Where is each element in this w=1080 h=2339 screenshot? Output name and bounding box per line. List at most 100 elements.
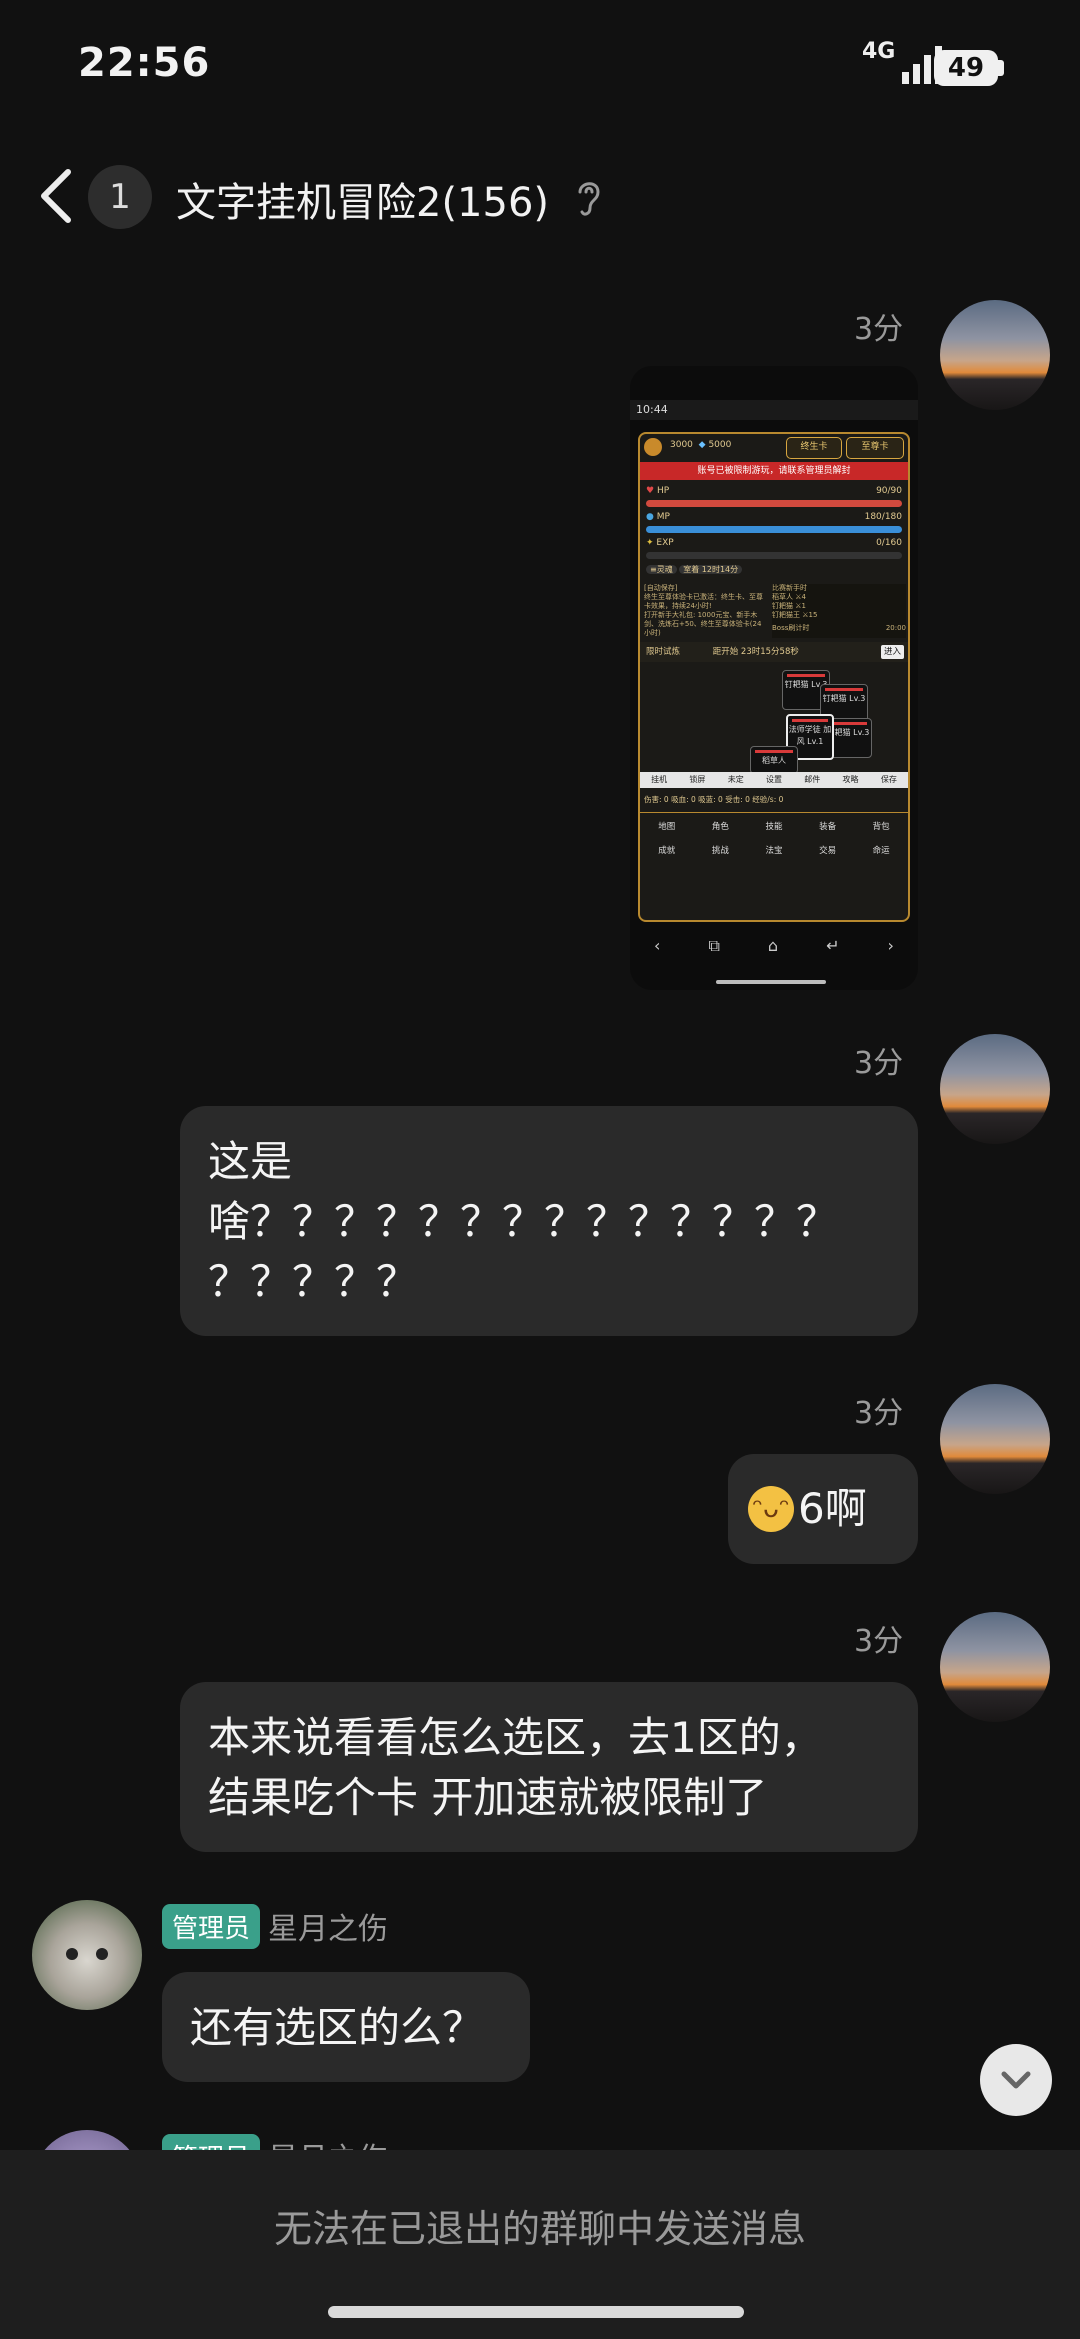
chevron-down-icon [1001, 2071, 1031, 2089]
action-lock: 锁屏 [689, 775, 706, 784]
nav-achievements: 成就 [658, 846, 676, 856]
action-mail: 邮件 [804, 775, 821, 784]
enemy-card: 稻草人 [750, 746, 798, 774]
hp-value: 90/90 [876, 486, 902, 496]
my-avatar[interactable] [940, 1612, 1050, 1722]
shot-recents-icon: ⧉ [708, 936, 720, 955]
sender-nickname[interactable]: 星月之伤 [268, 1904, 388, 1948]
ear-icon[interactable] [574, 176, 604, 220]
nav-skills: 技能 [765, 822, 783, 832]
action-bar: 挂机 锁屏 未定 设置 邮件 攻略 保存 [640, 772, 908, 788]
nav-row-1: 地图 角色 技能 装备 背包 [640, 820, 908, 832]
exp-row: ✦ EXP 0/160 [646, 538, 902, 548]
action-idle: 挂机 [651, 775, 668, 784]
cat-eye [66, 1948, 78, 1960]
message-time: 3分 [854, 1396, 904, 1431]
nav-equipment: 装备 [819, 822, 837, 832]
enemy-panel-title: 比赛新手时 [772, 584, 807, 592]
shot-forward-icon: › [887, 936, 894, 955]
message-bubble[interactable]: ᵔᴗᵔ 6啊 [728, 1454, 918, 1564]
tag-row: ≡灵魂 室着 12时14分 [646, 564, 902, 575]
grin-emoji-icon: ᵔᴗᵔ [748, 1486, 794, 1532]
mp-label: MP [656, 512, 670, 522]
combat-stats: 伤害: 0 吸血: 0 吸蓝: 0 受击: 0 经验/s: 0 [644, 795, 784, 804]
nav-map: 地图 [658, 822, 676, 832]
hp-label: HP [656, 486, 670, 496]
shot-nav-bar: ‹ ⧉ ⌂ ↵ › [630, 936, 918, 956]
log-line: 终生至尊体验卡已激活：终生卡、至尊卡效果，持续24小时! [644, 593, 763, 610]
my-avatar[interactable] [940, 300, 1050, 410]
hp-row: ♥ HP 90/90 [646, 486, 902, 496]
nav-row-2: 成就 挑战 法宝 交易 命运 [640, 844, 908, 856]
enemy-panel: 比赛新手时 稻草人 ⚔4 钉耙猫 ⚔1 钉耙猫王 ⚔15 Boss刷计时 20:0… [772, 584, 906, 638]
trial-label: 限时试炼 [646, 647, 681, 657]
action-undecided: 未定 [727, 775, 744, 784]
mp-value: 180/180 [864, 512, 902, 522]
exp-label: EXP [656, 538, 674, 548]
message-bubble[interactable]: 本来说看看怎么选区，去1区的， 结果吃个卡 开加速就被限制了 [180, 1682, 918, 1852]
network-type: 4G [862, 39, 896, 64]
message-text-line: 结果吃个卡 开加速就被限制了 [208, 1773, 768, 1822]
diamond-value: 5000 [708, 440, 732, 450]
shot-status-bar: 10:44 [630, 400, 918, 420]
message-time: 3分 [854, 1624, 904, 1659]
action-save: 保存 [880, 775, 897, 784]
message-text-line: 这是 [208, 1137, 293, 1186]
back-chevron-icon[interactable] [36, 166, 76, 226]
my-avatar[interactable] [940, 1034, 1050, 1144]
mp-row: ● MP 180/180 [646, 512, 902, 522]
my-avatar[interactable] [940, 1384, 1050, 1494]
boss-timer-label: Boss刷计时 [772, 624, 810, 632]
game-log: [自动保存] 终生至尊体验卡已激活：终生卡、至尊卡效果，持续24小时! 打开新手… [644, 584, 768, 638]
status-time: 22:56 [78, 40, 211, 86]
unread-count-badge[interactable]: 1 [88, 165, 152, 229]
mp-bar [646, 526, 902, 533]
trial-row: 限时试炼 距开始 23时15分58秒 进入 [640, 642, 908, 662]
cat-eye [96, 1948, 108, 1960]
shot-time: 10:44 [636, 403, 668, 416]
nav-bag: 背包 [872, 822, 890, 832]
admin-badge: 管理员 [162, 1904, 261, 1949]
message-time: 3分 [854, 1046, 904, 1081]
hp-bar [646, 500, 902, 507]
enemy-line: 钉耙猫 ⚔1 [772, 602, 806, 610]
enemy-line: 钉耙猫王 ⚔15 [772, 611, 818, 619]
message-text: 6啊 [798, 1484, 867, 1533]
battery-tip [998, 60, 1004, 76]
nav-trade: 交易 [819, 846, 837, 856]
supreme-card-button: 至尊卡 [846, 437, 904, 459]
home-indicator[interactable] [328, 2306, 744, 2318]
shot-return-icon: ↵ [826, 936, 840, 955]
chat-title[interactable]: 文字挂机冒险2(156) [176, 170, 549, 228]
tag-soul: ≡灵魂 [646, 565, 677, 574]
log-line: 打开新手大礼包: 1000元宝、新手木剑、洗炼石+50、终生至尊体验卡(24小时… [644, 611, 762, 637]
shared-screenshot-image[interactable]: 10:44 3000 ◆ 5000 终生卡 至尊卡 账号已被限制游玩，请联系管理… [630, 366, 918, 990]
trial-timer: 距开始 23时15分58秒 [712, 647, 799, 657]
shot-back-icon: ‹ [654, 936, 661, 955]
restricted-warning: 账号已被限制游玩，请联系管理员解封 [640, 462, 908, 480]
message-bubble[interactable]: 还有选区的么？ [162, 1972, 530, 2082]
message-time: 3分 [854, 312, 904, 347]
battery-icon: 49 [934, 50, 998, 86]
message-text-line: 啥？？？？？？？？？？？？？？ [208, 1197, 839, 1246]
action-settings: 设置 [765, 775, 782, 784]
divider [640, 812, 908, 813]
boss-timer: 20:00 [885, 624, 906, 632]
message-bubble[interactable]: 这是 啥？？？？？？？？？？？？？？ ？？？？？ [180, 1106, 918, 1336]
message-text-line: 本来说看看怎么选区，去1区的， [208, 1713, 823, 1762]
shot-home-indicator [716, 980, 826, 984]
exp-value: 0/160 [876, 538, 902, 548]
wifi-icon [644, 438, 662, 456]
tag-timer: 室着 12时14分 [679, 565, 743, 574]
admin-avatar[interactable] [32, 1900, 142, 2010]
message-text-line: ？？？？？ [208, 1257, 419, 1306]
shot-home-icon: ⌂ [767, 936, 779, 955]
nav-treasure: 法宝 [765, 846, 783, 856]
gold-value: 3000 [670, 440, 693, 450]
nav-challenge: 挑战 [711, 846, 729, 856]
nav-fate: 命运 [872, 846, 890, 856]
message-text: 还有选区的么？ [190, 2003, 485, 2052]
log-line: [自动保存] [644, 584, 678, 592]
scroll-to-bottom-button[interactable] [980, 2044, 1052, 2116]
trial-enter-button: 进入 [880, 645, 904, 659]
